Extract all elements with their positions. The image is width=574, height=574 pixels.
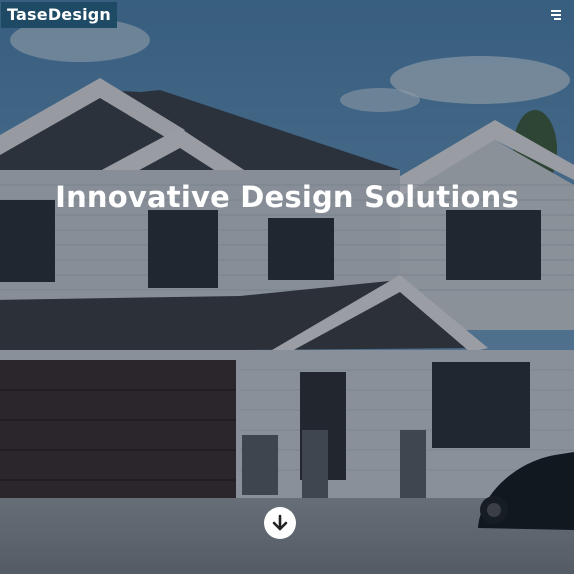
arrow-down-icon xyxy=(272,514,288,531)
menu-button[interactable] xyxy=(544,6,564,24)
hero-overlay xyxy=(0,0,574,574)
hamburger-menu-icon xyxy=(551,10,561,12)
hero-title: Innovative Design Solutions xyxy=(55,180,519,214)
scroll-down-button[interactable] xyxy=(264,507,296,539)
hero-section xyxy=(0,0,574,574)
hamburger-menu-icon xyxy=(554,18,561,20)
hamburger-menu-icon xyxy=(551,14,561,16)
site-logo[interactable]: TaseDesign xyxy=(1,2,118,28)
